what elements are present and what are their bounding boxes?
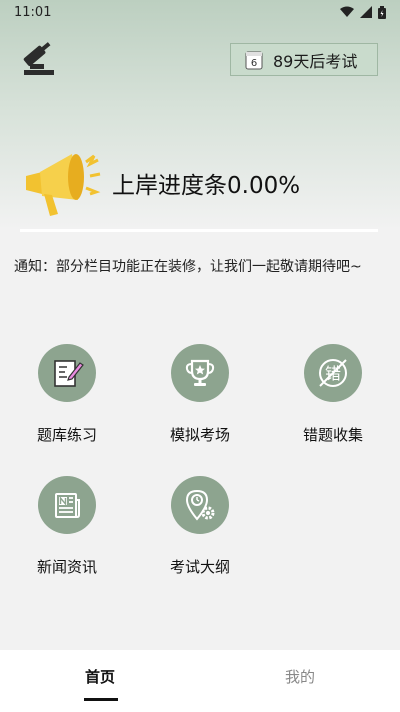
status-time: 11:01 [14, 4, 52, 20]
notice-text: 通知：部分栏目功能正在装修，让我们一起敬请期待吧~ [14, 259, 362, 275]
menu-label: 考试大纲 [169, 558, 230, 576]
nav-home-label: 首页 [84, 668, 115, 686]
header: 6 89天后考试 [0, 40, 400, 80]
nav-mine-tab[interactable]: 我的 [200, 650, 400, 712]
menu-label: 新闻资讯 [36, 558, 97, 576]
menu-label: 模拟考场 [169, 426, 230, 444]
calendar-day: 6 [251, 58, 257, 69]
wrong-questions-icon: 错 [319, 359, 347, 387]
divider [20, 229, 378, 232]
bottom-nav: 首页 我的 [0, 650, 400, 712]
megaphone-icon [26, 154, 101, 216]
nav-mine-label: 我的 [284, 668, 315, 686]
status-bar: 11:01 [0, 0, 400, 24]
menu-icon-circle: 错 [304, 344, 362, 402]
progress-label: 上岸进度条0.00% [112, 173, 301, 199]
trophy-icon [185, 359, 215, 386]
nav-active-indicator [84, 698, 118, 701]
exam-countdown-badge[interactable]: 6 89天后考试 [230, 43, 378, 76]
news-icon [55, 493, 80, 518]
nav-home-tab[interactable]: 首页 [0, 650, 200, 712]
signal-icon [360, 6, 372, 18]
menu-item-mock-exam[interactable]: 模拟考场 [140, 342, 260, 452]
menu-item-news[interactable]: 新闻资讯 [7, 474, 127, 584]
menu-icon-circle [171, 344, 229, 402]
menu-icon-circle [38, 476, 96, 534]
calendar-icon: 6 [245, 51, 263, 69]
location-gear-icon [185, 489, 215, 521]
gavel-logo-icon[interactable] [20, 42, 56, 78]
menu-icon-circle [171, 476, 229, 534]
notebook-pencil-icon [54, 360, 84, 387]
menu-item-question-bank[interactable]: 题库练习 [7, 342, 127, 452]
wrong-icon-text: 错 [325, 364, 341, 383]
menu-icon-circle [38, 344, 96, 402]
status-icons [340, 5, 386, 19]
battery-icon [378, 5, 386, 19]
menu-label: 题库练习 [36, 426, 97, 444]
menu-item-wrong-questions[interactable]: 错 错题收集 [273, 342, 393, 452]
progress-section: 上岸进度条0.00% [20, 142, 380, 222]
menu-item-syllabus[interactable]: 考试大纲 [140, 474, 260, 584]
wifi-icon [340, 6, 354, 17]
exam-countdown-text: 89天后考试 [273, 51, 358, 71]
menu-label: 错题收集 [302, 426, 363, 444]
